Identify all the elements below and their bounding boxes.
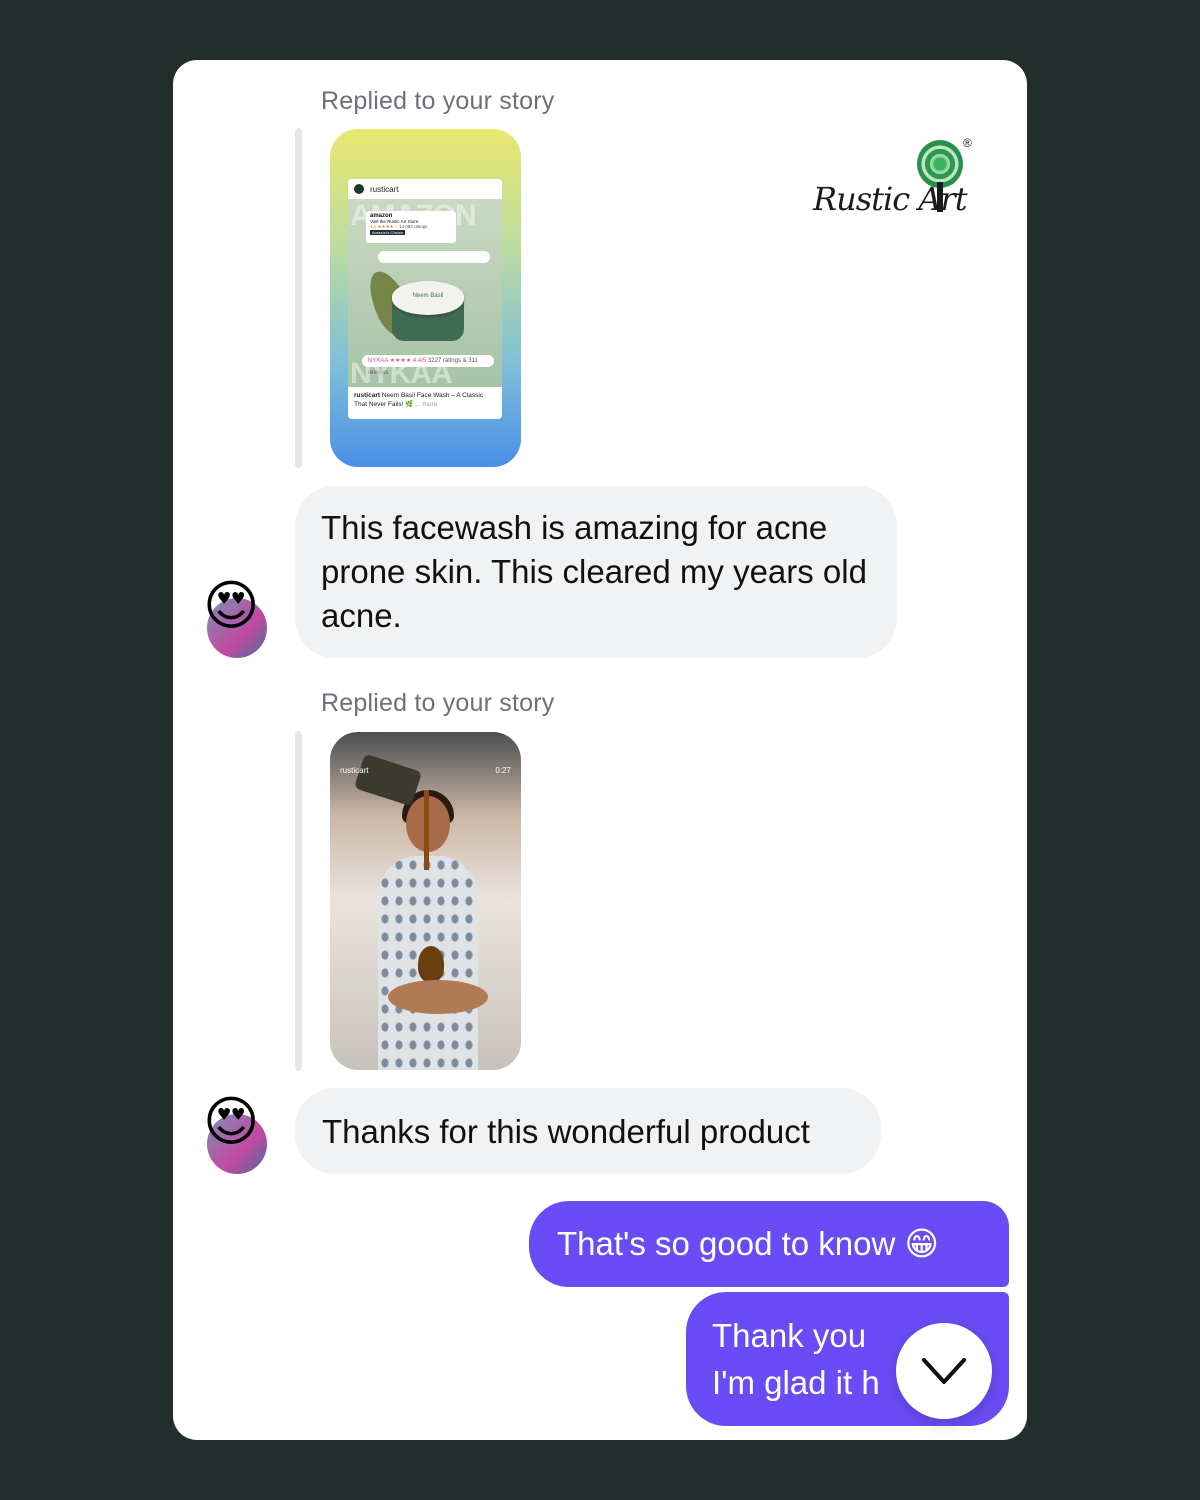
incoming-message-1[interactable]: This facewash is amazing for acne prone … — [295, 486, 897, 658]
video-honey-drop — [418, 946, 444, 982]
post-account: rusticart — [370, 184, 399, 194]
post-caption: rusticart Neem Basil Face Wash – A Class… — [348, 387, 502, 419]
video-honey-stream — [424, 790, 429, 870]
registered-mark: ® — [963, 136, 972, 150]
post-header: rusticart — [348, 179, 502, 199]
video-duration: 0:27 — [495, 766, 511, 775]
video-hand — [388, 980, 488, 1014]
story-thumbnail-2[interactable]: rusticart 0:27 — [330, 732, 521, 1070]
account-avatar-icon — [354, 184, 364, 194]
replied-to-story-label: Replied to your story — [321, 689, 555, 717]
rustic-art-logo: ® Rustic Art — [813, 136, 983, 228]
sender-avatar[interactable]: 😍 — [203, 576, 267, 658]
chat-card: ® Rustic Art Replied to your story rusti… — [173, 60, 1027, 1440]
amazon-choice-badge: Amazon's Choice — [370, 230, 405, 235]
chevron-down-icon — [922, 1358, 966, 1384]
quote-bar — [295, 731, 302, 1071]
post-image: AMAZON amazon Visit the Rustic Art Store… — [348, 199, 502, 390]
story-thumbnail-1[interactable]: rusticart AMAZON amazon Visit the Rustic… — [330, 129, 521, 467]
jar-lid: Neem Basil — [392, 281, 464, 315]
caption-account: rusticart — [354, 392, 381, 399]
sender-avatar[interactable]: 😍 — [203, 1092, 267, 1174]
video-frame — [353, 753, 488, 1070]
watermark-bottom: NYKAA — [350, 357, 453, 390]
amazon-stars: 4.1 ★★★★☆ — [370, 224, 398, 229]
rating-pill — [378, 251, 490, 263]
quote-bar — [295, 128, 302, 468]
message-text: Thanks for this wonderful product — [322, 1113, 810, 1150]
heart-eyes-reaction: 😍 — [203, 1090, 260, 1153]
story-post-preview: rusticart AMAZON amazon Visit the Rustic… — [348, 179, 502, 419]
caption-more: ... more — [415, 401, 438, 408]
story-account: rusticart — [340, 766, 369, 775]
logo-text: Rustic Art — [813, 180, 968, 218]
amazon-rating-box: amazon Visit the Rustic Art Store 4.1 ★★… — [366, 211, 456, 243]
message-text: That's so good to know 😁 — [557, 1225, 939, 1262]
video-bottle — [353, 753, 423, 807]
incoming-message-2[interactable]: Thanks for this wonderful product — [295, 1088, 881, 1174]
amazon-ratings-count: 14,092 ratings — [398, 224, 428, 229]
heart-eyes-reaction: 😍 — [203, 574, 260, 637]
scroll-to-bottom-button[interactable] — [896, 1323, 992, 1419]
message-text: This facewash is amazing for acne prone … — [321, 509, 867, 634]
outgoing-message-1[interactable]: That's so good to know 😁 — [529, 1201, 1009, 1287]
jar-label: Neem Basil — [412, 293, 444, 299]
replied-to-story-label: Replied to your story — [321, 87, 555, 115]
